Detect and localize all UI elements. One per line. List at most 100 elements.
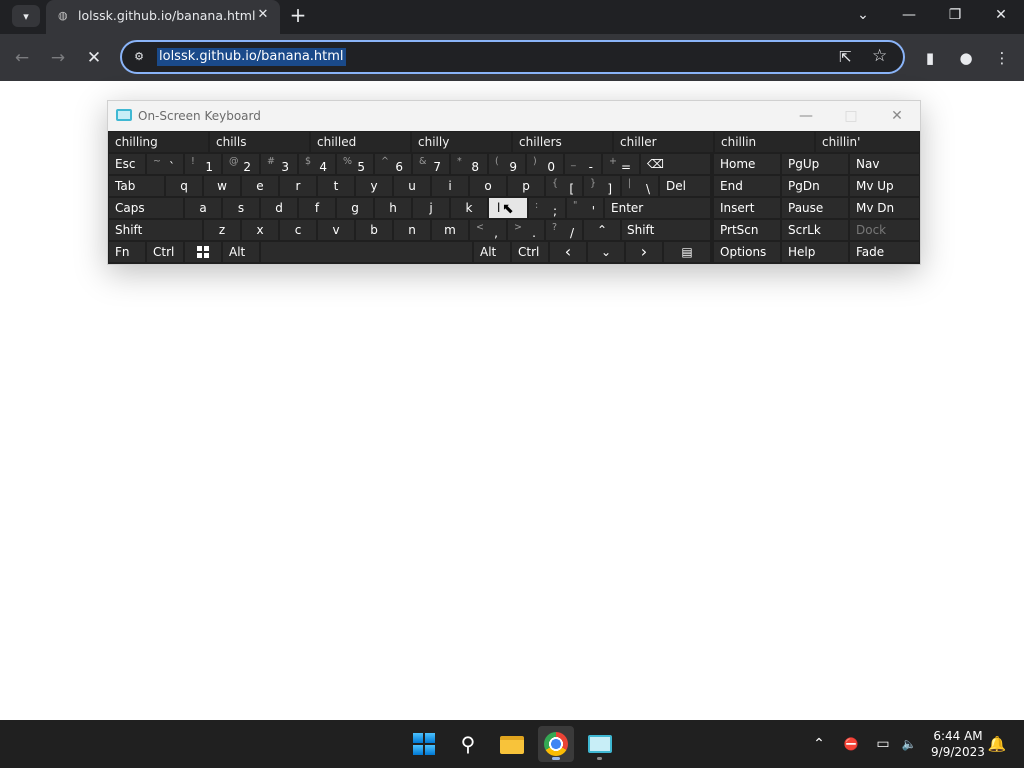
- key-period[interactable]: >.: [508, 220, 544, 240]
- suggestion-item[interactable]: chillin': [816, 132, 919, 152]
- key-7[interactable]: & 7: [413, 154, 449, 174]
- key-backspace[interactable]: ⌫: [641, 154, 710, 174]
- restore-button[interactable]: ❐: [932, 0, 978, 30]
- key-mv-dn[interactable]: Mv Dn: [850, 198, 919, 218]
- suggestion-item[interactable]: chills: [210, 132, 309, 152]
- key-semicolon[interactable]: :;: [529, 198, 565, 218]
- key-insert[interactable]: Insert: [714, 198, 780, 218]
- suggestion-item[interactable]: chiller: [614, 132, 713, 152]
- tab-list-chevron-icon[interactable]: ⌄: [840, 0, 886, 30]
- key-down-arrow[interactable]: ⌄: [588, 242, 624, 262]
- chrome-taskbar-button[interactable]: [538, 726, 574, 762]
- share-icon[interactable]: ⇱: [839, 48, 852, 66]
- key-nav[interactable]: Nav: [850, 154, 919, 174]
- key-f[interactable]: f: [299, 198, 335, 218]
- key-i[interactable]: i: [432, 176, 468, 196]
- suggestion-item[interactable]: chillin: [715, 132, 814, 152]
- key-3[interactable]: #3: [261, 154, 297, 174]
- key-esc[interactable]: Esc: [109, 154, 145, 174]
- key-right-arrow[interactable]: ›: [626, 242, 662, 262]
- osk-minimize-button[interactable]: —: [791, 105, 821, 127]
- address-bar[interactable]: ⚙ lolssk.github.io/banana.html ⇱ ☆: [120, 40, 905, 74]
- stop-loading-button[interactable]: ✕: [82, 46, 106, 70]
- key-d[interactable]: d: [261, 198, 297, 218]
- back-button[interactable]: ←: [10, 46, 34, 70]
- key-u[interactable]: u: [394, 176, 430, 196]
- key-quote[interactable]: " ': [567, 198, 603, 218]
- key-l[interactable]: l ⬉: [489, 198, 527, 218]
- key-w[interactable]: w: [204, 176, 240, 196]
- key-enter[interactable]: Enter: [605, 198, 710, 218]
- side-panel-icon[interactable]: ▮: [918, 46, 942, 70]
- window-close-button[interactable]: ✕: [978, 0, 1024, 30]
- key-home[interactable]: Home: [714, 154, 780, 174]
- notification-bell-icon[interactable]: 🔔: [986, 732, 1008, 756]
- suggestion-item[interactable]: chilled: [311, 132, 410, 152]
- key-ctrl-right[interactable]: Ctrl: [512, 242, 548, 262]
- key-j[interactable]: j: [413, 198, 449, 218]
- tab-search-button[interactable]: ▾: [12, 5, 40, 27]
- key-v[interactable]: v: [318, 220, 354, 240]
- minimize-button[interactable]: —: [886, 0, 932, 30]
- key-2[interactable]: @2: [223, 154, 259, 174]
- key-end[interactable]: End: [714, 176, 780, 196]
- key-n[interactable]: n: [394, 220, 430, 240]
- key-caps[interactable]: Caps: [109, 198, 183, 218]
- new-tab-button[interactable]: +: [287, 5, 309, 27]
- key-q[interactable]: q: [166, 176, 202, 196]
- key-equals[interactable]: + =: [603, 154, 639, 174]
- key-alt-right[interactable]: Alt: [474, 242, 510, 262]
- key-up-arrow[interactable]: ⌃: [584, 220, 620, 240]
- network-disconnected-icon[interactable]: ⛔: [840, 732, 862, 756]
- key-help[interactable]: Help: [782, 242, 848, 262]
- suggestion-item[interactable]: chilly: [412, 132, 511, 152]
- key-right-bracket[interactable]: }]: [584, 176, 620, 196]
- system-clock[interactable]: 6:44 AM 9/9/2023: [926, 728, 990, 760]
- key-del[interactable]: Del: [660, 176, 710, 196]
- key-t[interactable]: t: [318, 176, 354, 196]
- key-slash[interactable]: ? /: [546, 220, 582, 240]
- key-z[interactable]: z: [204, 220, 240, 240]
- key-k[interactable]: k: [451, 198, 487, 218]
- key-prtscn[interactable]: PrtScn: [714, 220, 780, 240]
- key-m[interactable]: m: [432, 220, 468, 240]
- bookmark-star-icon[interactable]: ☆: [872, 46, 887, 66]
- key-tab[interactable]: Tab: [109, 176, 164, 196]
- key-pgdn[interactable]: PgDn: [782, 176, 848, 196]
- key-h[interactable]: h: [375, 198, 411, 218]
- key-comma[interactable]: <,: [470, 220, 506, 240]
- key-p[interactable]: p: [508, 176, 544, 196]
- key-6[interactable]: ^ 6: [375, 154, 411, 174]
- key-a[interactable]: a: [185, 198, 221, 218]
- tab-close-button[interactable]: ✕: [254, 6, 272, 24]
- key-x[interactable]: x: [242, 220, 278, 240]
- key-fn[interactable]: Fn: [109, 242, 145, 262]
- key-g[interactable]: g: [337, 198, 373, 218]
- browser-tab[interactable]: ◍ lolssk.github.io/banana.html ✕: [46, 0, 280, 34]
- menu-icon[interactable]: ⋮: [990, 46, 1014, 70]
- key-pause[interactable]: Pause: [782, 198, 848, 218]
- key-context-menu[interactable]: ▤: [664, 242, 710, 262]
- osk-title-bar[interactable]: On-Screen Keyboard — □ ✕: [108, 101, 920, 131]
- key-s[interactable]: s: [223, 198, 259, 218]
- key-4[interactable]: $4: [299, 154, 335, 174]
- key-windows[interactable]: [185, 242, 221, 262]
- key-minus[interactable]: _ -: [565, 154, 601, 174]
- forward-button[interactable]: →: [46, 46, 70, 70]
- osk-taskbar-button[interactable]: [582, 726, 618, 762]
- show-hidden-icons-chevron-icon[interactable]: ⌃: [808, 732, 830, 756]
- key-scrlk[interactable]: ScrLk: [782, 220, 848, 240]
- key-8[interactable]: * 8: [451, 154, 487, 174]
- suggestion-item[interactable]: chillers: [513, 132, 612, 152]
- suggestion-item[interactable]: chilling: [109, 132, 208, 152]
- key-fade[interactable]: Fade: [850, 242, 919, 262]
- key-o[interactable]: o: [470, 176, 506, 196]
- osk-close-button[interactable]: ✕: [882, 105, 912, 127]
- key-backtick[interactable]: ~ `: [147, 154, 183, 174]
- key-options[interactable]: Options: [714, 242, 780, 262]
- key-0[interactable]: ) 0: [527, 154, 563, 174]
- key-ctrl-left[interactable]: Ctrl: [147, 242, 183, 262]
- key-5[interactable]: % 5: [337, 154, 373, 174]
- key-backslash[interactable]: | \: [622, 176, 658, 196]
- profile-icon[interactable]: ●: [954, 46, 978, 70]
